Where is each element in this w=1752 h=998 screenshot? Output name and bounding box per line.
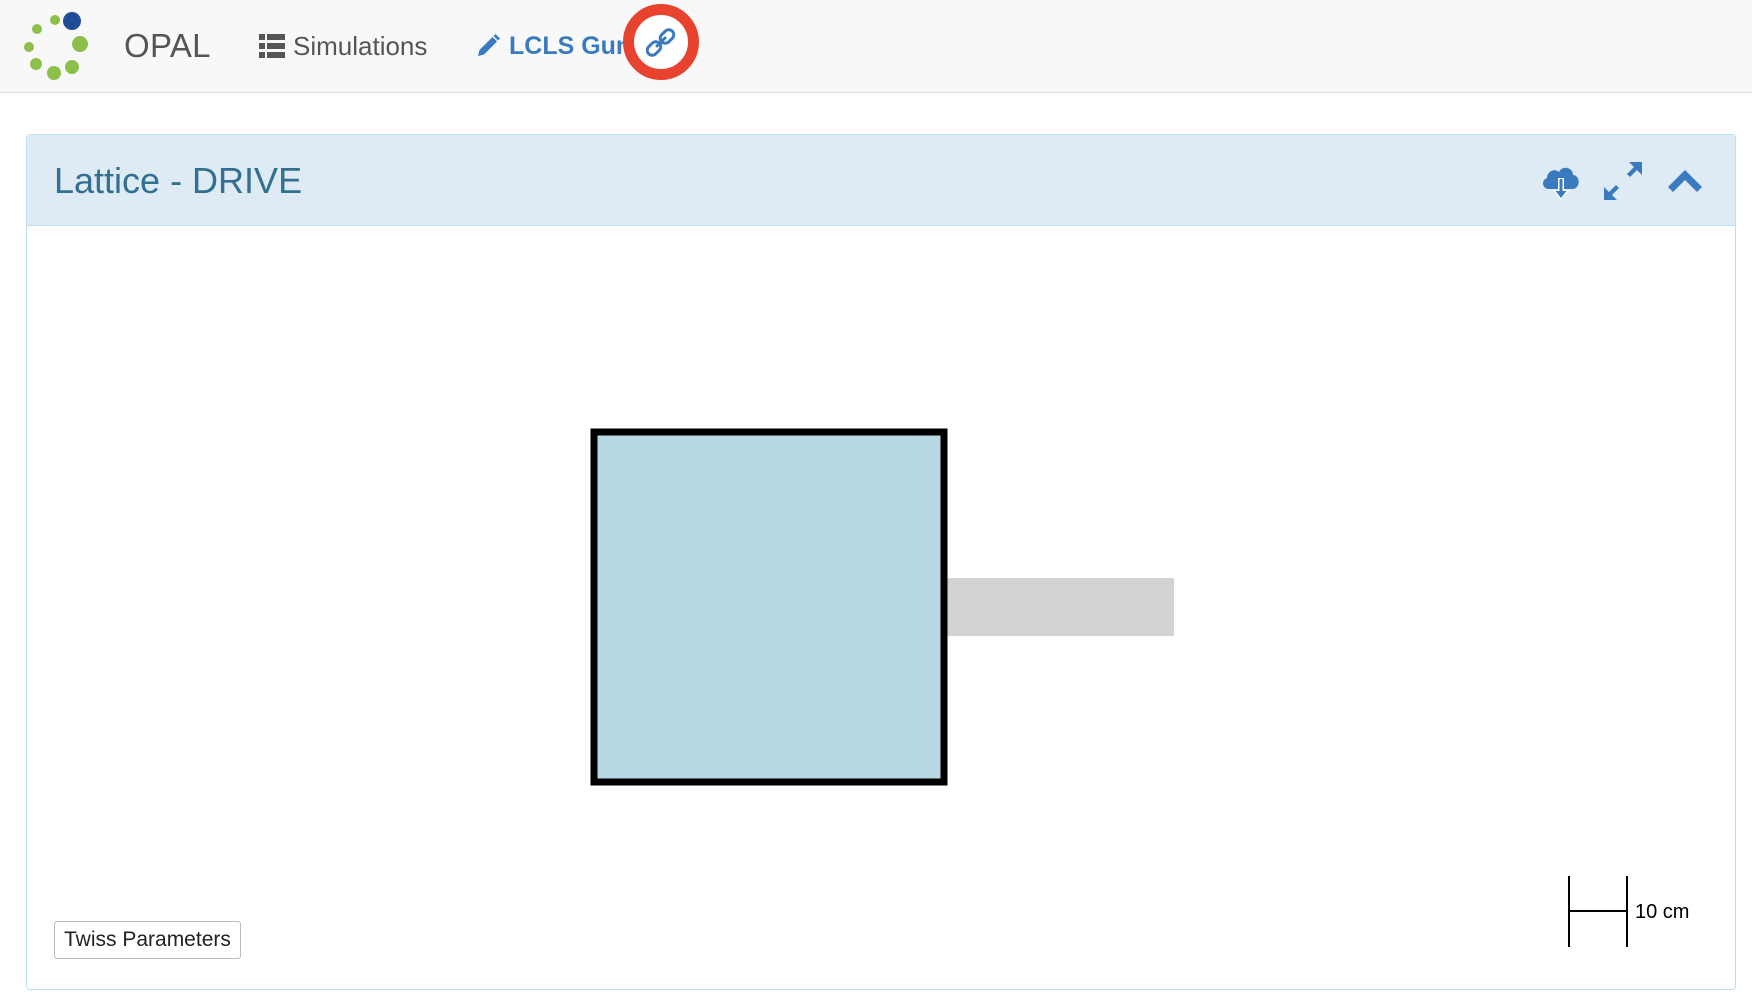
expand-icon — [1604, 162, 1642, 200]
drift-element[interactable] — [947, 578, 1174, 636]
simulation-name-label: LCLS Gun — [509, 31, 632, 60]
link-icon — [646, 28, 676, 57]
list-icon — [259, 34, 285, 58]
chevron-up-icon — [1668, 170, 1702, 192]
panel-heading: Lattice - DRIVE — [27, 135, 1735, 226]
twiss-parameters-button[interactable]: Twiss Parameters — [54, 921, 241, 959]
collapse-button[interactable] — [1663, 159, 1707, 203]
nav-simulation-name-link[interactable]: LCLS Gun — [476, 26, 631, 66]
scale-label: 10 cm — [1635, 901, 1689, 923]
nav-simulations-link[interactable]: Simulations — [259, 26, 427, 66]
scale-bar: 10 cm — [1568, 876, 1689, 947]
panel-title: Lattice - DRIVE — [54, 160, 303, 201]
pencil-icon — [478, 34, 500, 56]
lattice-canvas: 10 cm — [27, 227, 1735, 990]
nav-simulations-label: Simulations — [293, 30, 428, 61]
lattice-panel: Lattice - DRIVE 10 cm Twiss Parameters — [26, 134, 1736, 990]
download-button[interactable] — [1539, 159, 1583, 203]
cavity-element[interactable] — [590, 428, 948, 786]
cloud-download-icon — [1543, 167, 1579, 200]
fullscreen-button[interactable] — [1601, 159, 1645, 203]
top-navbar: OPAL Simulations LCLS Gun — [0, 0, 1752, 93]
link-button[interactable] — [623, 4, 699, 80]
brand-name[interactable]: OPAL — [124, 27, 211, 65]
lattice-diagram: 10 cm — [590, 428, 1689, 947]
opal-logo-icon[interactable] — [20, 10, 102, 80]
